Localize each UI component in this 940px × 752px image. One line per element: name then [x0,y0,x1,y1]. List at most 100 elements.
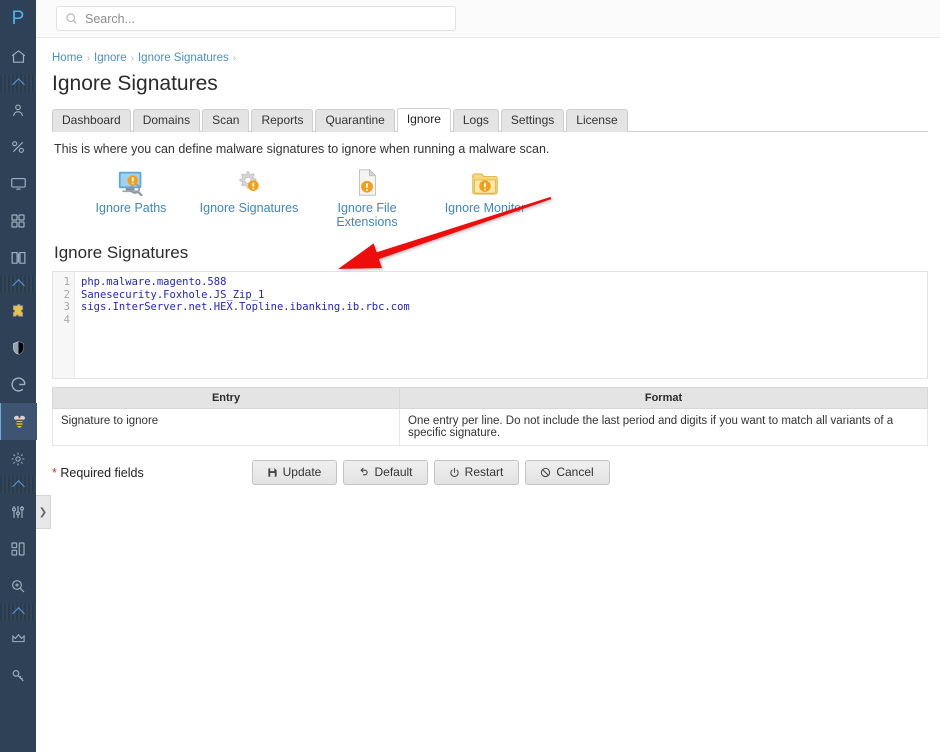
grid-icon [10,213,26,229]
shortcut-label: Ignore Paths [95,201,167,215]
shortcut-ignore-file-extensions[interactable]: Ignore File Extensions [308,166,426,229]
tab-domains[interactable]: Domains [132,109,201,132]
breadcrumb-item-home[interactable]: Home [52,52,83,64]
sidebar-item-imunify[interactable] [0,403,37,440]
table-header-format: Format [399,387,928,409]
shortcut-ignore-paths[interactable]: Ignore Paths [72,166,190,229]
left-sidebar: P [0,0,37,752]
google-icon [10,376,27,393]
required-star: * [52,465,57,480]
sidebar-item-reseller[interactable] [0,128,36,165]
shortcut-label: Ignore Signatures [199,201,299,215]
breadcrumb: Home › Ignore › Ignore Signatures › [52,48,928,68]
tab-logs[interactable]: Logs [452,109,499,132]
tab-reports[interactable]: Reports [251,109,314,132]
table-cell-entry: Signature to ignore [52,408,400,446]
collapse-chevron-icon [11,607,25,620]
sidebar-group-collapse-3[interactable] [0,477,36,493]
update-button[interactable]: Update [252,460,337,485]
restart-button-label: Restart [464,465,504,479]
cancel-button-label: Cancel [556,465,594,479]
collapse-chevron-icon [11,279,25,292]
cancel-button[interactable]: Cancel [525,460,610,485]
restart-button[interactable]: Restart [434,460,519,485]
save-icon [267,467,278,478]
sidebar-item-inspect[interactable] [0,567,36,604]
sidebar-item-layout[interactable] [0,530,36,567]
format-info-table: Entry Format Signature to ignore One ent… [52,387,928,446]
table-cell-format: One entry per line. Do not include the l… [399,408,928,446]
breadcrumb-separator: › [86,53,91,64]
sidebar-item-server[interactable] [0,165,36,202]
sidebar-expand-handle[interactable]: ❯ [36,495,51,529]
editor-line-numbers: 1234 [53,272,75,378]
breadcrumb-separator-trailing: › [232,53,237,64]
tab-bar: Dashboard Domains Scan Reports Quarantin… [52,107,928,132]
gear-icon [10,451,26,467]
collapse-chevron-icon [11,78,25,91]
breadcrumb-item-ignore-signatures[interactable]: Ignore Signatures [138,52,229,64]
action-button-group: Update Default Restart Cancel [252,460,610,485]
user-icon [10,102,26,118]
collapse-chevron-icon [11,480,25,493]
sidebar-item-plugins[interactable] [0,292,36,329]
sidebar-item-modules[interactable] [0,202,36,239]
table-row: Signature to ignore One entry per line. … [52,408,928,446]
shortcut-label: Ignore Monitor [444,201,526,215]
percent-icon [10,139,26,155]
sidebar-item-docs[interactable] [0,239,36,276]
power-icon [449,467,460,478]
default-button-label: Default [374,465,413,479]
application-window: P ❯ Search... Home › Ignore › Ignore Sig… [0,0,940,752]
sidebar-item-tweaks[interactable] [0,493,36,530]
signatures-code-editor[interactable]: 1234 php.malware.magento.588 Sanesecurity… [52,271,928,379]
tab-license[interactable]: License [566,109,628,132]
sidebar-item-settings[interactable] [0,440,36,477]
sidebar-item-google[interactable] [0,366,36,403]
page-title: Ignore Signatures [52,72,218,95]
tab-ignore[interactable]: Ignore [396,108,451,132]
puzzle-icon [10,303,26,319]
update-button-label: Update [282,465,322,479]
sidebar-item-account[interactable] [0,91,36,128]
breadcrumb-item-ignore[interactable]: Ignore [94,52,127,64]
default-button[interactable]: Default [343,460,428,485]
breadcrumb-separator: › [130,53,134,64]
shortcut-ignore-signatures[interactable]: Ignore Signatures [190,166,308,229]
undo-icon [357,467,369,478]
required-fields-note: * Required fields [52,466,252,480]
sidebar-group-collapse-1[interactable] [0,75,36,91]
imunify-bee-icon [12,413,27,430]
monitor-search-badge-icon [72,166,190,196]
editor-line: php.malware.magento.588 [81,276,227,288]
shortcut-label: Ignore File Extensions [336,201,398,229]
tab-settings[interactable]: Settings [500,109,565,132]
sidebar-group-collapse-4[interactable] [0,604,36,620]
search-plus-icon [10,578,26,594]
key-icon [10,668,26,684]
tab-dashboard[interactable]: Dashboard [52,109,131,132]
main-area: Home›Ignore›Ignore Signatures› Ignore Si… [36,0,940,752]
sidebar-item-licenses[interactable] [0,657,36,694]
tab-quarantine[interactable]: Quarantine [315,109,395,132]
table-header-row: Entry Format [52,387,928,409]
shield-icon [11,340,26,356]
gear-badge-icon [190,166,308,196]
sidebar-group-collapse-2[interactable] [0,276,36,292]
intro-text: This is where you can define malware sig… [54,142,550,156]
table-header-entry: Entry [52,387,400,409]
cancel-icon [540,467,551,478]
search-box[interactable] [56,6,456,31]
shortcut-ignore-monitor[interactable]: Ignore Monitor [426,166,544,229]
search-input[interactable] [85,11,447,26]
editor-code-area[interactable]: php.malware.magento.588 Sanesecurity.Foxh… [75,272,927,378]
sidebar-item-upgrade[interactable] [0,620,36,657]
tab-scan[interactable]: Scan [202,109,250,132]
shortcut-icon-row: Ignore Paths Ignore Signatures Ignore Fi… [52,166,928,229]
sidebar-item-home[interactable] [0,38,36,75]
required-fields-label: Required fields [60,465,144,480]
sidebar-item-security[interactable] [0,329,36,366]
brand-logo[interactable]: P [0,0,36,38]
book-icon [10,249,27,266]
